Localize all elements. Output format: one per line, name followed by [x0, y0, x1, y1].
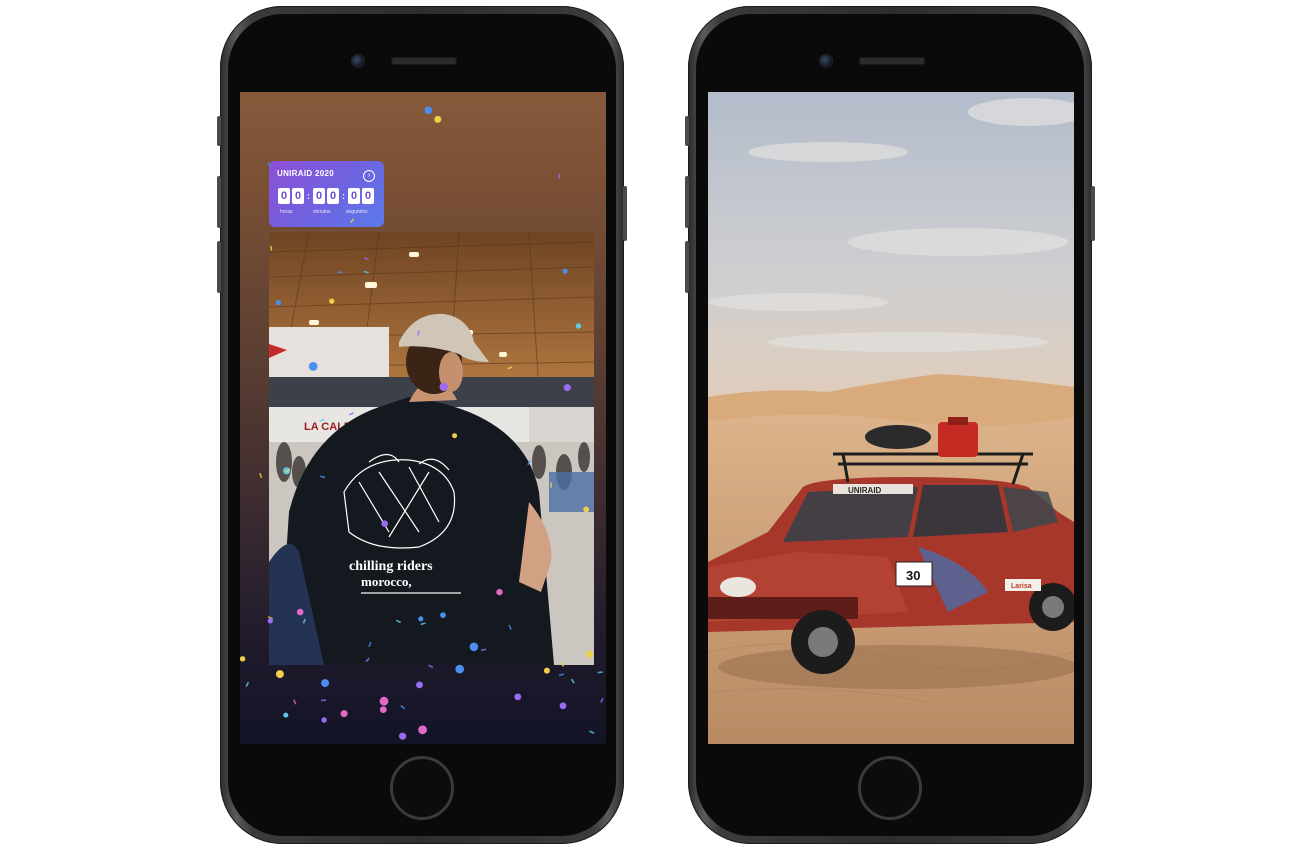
desert-car-photo: UNIRAID 30 Larisa — [708, 92, 1074, 744]
confetti-streak — [589, 730, 595, 734]
confetti-dot — [267, 618, 273, 624]
phone-left: UNIRAID 2020 › 0 0 : 0 0 : 0 0 horas min… — [217, 6, 627, 844]
confetti-dot — [329, 298, 335, 304]
confetti-streak — [348, 412, 355, 416]
car-number: 30 — [906, 568, 920, 583]
volume-down-button — [685, 241, 689, 293]
confetti-dot — [452, 433, 458, 439]
confetti-streak — [570, 678, 575, 684]
mute-switch — [685, 116, 689, 146]
confetti-dot — [296, 608, 304, 616]
confetti-streak — [507, 366, 513, 370]
volume-down-button — [217, 241, 221, 293]
confetti-streak — [558, 173, 560, 179]
power-button — [1091, 186, 1095, 241]
confetti-streak — [395, 619, 402, 624]
confetti-streak — [363, 270, 369, 274]
confetti-dot — [563, 384, 571, 392]
confetti-streak — [550, 482, 553, 488]
confetti-dot — [283, 712, 289, 718]
confetti-streak — [400, 704, 406, 710]
confetti-streak — [558, 673, 565, 677]
confetti-streak — [428, 664, 434, 669]
confetti-dot — [379, 696, 389, 706]
confetti-dot — [416, 681, 423, 689]
confetti-dot — [418, 616, 424, 622]
confetti-streak — [420, 622, 426, 626]
confetti-streak — [350, 218, 355, 224]
confetti-dot — [275, 670, 284, 679]
confetti-dot — [440, 612, 446, 618]
confetti-streak — [321, 699, 327, 702]
confetti-streak — [337, 271, 343, 274]
confetti-streak — [319, 475, 326, 479]
confetti-dot — [275, 300, 281, 306]
confetti-dot — [562, 268, 568, 274]
front-camera-icon — [819, 54, 833, 68]
confetti-dot — [575, 323, 582, 329]
confetti-dot — [321, 717, 327, 723]
confetti-streak — [319, 418, 325, 422]
confetti-dot — [340, 710, 348, 718]
confetti-dot — [439, 382, 448, 392]
confetti-streak — [508, 624, 512, 630]
confetti-dot — [424, 106, 433, 115]
confetti-streak — [245, 681, 250, 687]
desert-car-photo-screen[interactable]: UNIRAID 30 Larisa — [708, 92, 1074, 744]
volume-up-button — [685, 176, 689, 228]
confetti-dot — [321, 679, 330, 688]
confetti-streak — [267, 162, 272, 167]
confetti-streak — [600, 697, 604, 703]
confetti-dot — [418, 725, 427, 735]
confetti-streak — [293, 699, 297, 705]
confetti-streak — [365, 657, 370, 663]
confetti-dot — [381, 520, 388, 527]
confetti-dot — [559, 702, 567, 710]
phone-right: UNIRAID 30 Larisa — [685, 6, 1095, 844]
confetti-dot — [583, 506, 590, 513]
confetti-streak — [480, 648, 487, 651]
confetti-dot — [399, 732, 407, 740]
confetti-streak — [270, 245, 273, 251]
sponsor-sticker: Larisa — [1011, 583, 1032, 590]
confetti-effect — [240, 106, 604, 740]
confetti-dot — [586, 650, 593, 658]
confetti-dot — [308, 362, 318, 371]
confetti-streak — [416, 330, 420, 336]
home-button[interactable] — [390, 756, 454, 820]
volume-up-button — [217, 176, 221, 228]
instagram-story-screen[interactable]: UNIRAID 2020 › 0 0 : 0 0 : 0 0 horas min… — [240, 92, 606, 744]
confetti-dot — [469, 642, 479, 652]
confetti-streak — [302, 618, 306, 624]
confetti-dot — [434, 115, 442, 123]
confetti-dot — [514, 693, 522, 701]
confetti-dot — [240, 656, 246, 662]
power-button — [623, 186, 627, 241]
confetti-dot — [496, 588, 503, 596]
confetti-streak — [259, 472, 263, 479]
confetti-streak — [363, 257, 370, 261]
mute-switch — [217, 116, 221, 146]
earpiece-speaker — [859, 57, 925, 65]
car-banner-text: UNIRAID — [848, 486, 882, 495]
confetti-streak — [559, 662, 565, 668]
confetti-dot — [379, 706, 387, 713]
home-button[interactable] — [858, 756, 922, 820]
earpiece-speaker — [391, 57, 457, 65]
confetti-streak — [527, 460, 531, 466]
confetti-streak — [368, 641, 372, 648]
confetti-dot — [455, 664, 464, 674]
front-camera-icon — [351, 54, 365, 68]
confetti-streak — [597, 671, 603, 674]
confetti-dot — [543, 667, 550, 674]
